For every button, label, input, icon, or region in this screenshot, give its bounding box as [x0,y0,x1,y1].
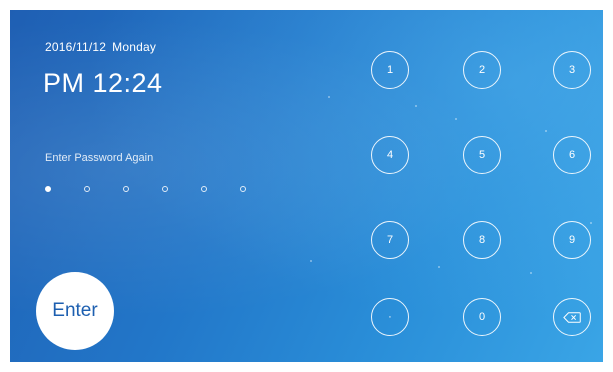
background-speck [438,266,440,268]
password-indicator [45,186,275,196]
key-1[interactable]: 1 [371,51,409,89]
background-speck [415,105,417,107]
background-speck [310,260,312,262]
background-speck [545,130,547,132]
enter-button[interactable]: Enter [36,272,114,350]
date-display: 2016/11/12 Monday [45,40,156,54]
weekday-text: Monday [112,40,157,54]
key-0[interactable]: 0 [463,298,501,336]
key-dot[interactable]: · [371,298,409,336]
key-2[interactable]: 2 [463,51,501,89]
password-dot-empty [84,186,90,192]
background-speck [590,222,592,224]
password-dot-empty [240,186,246,192]
date-text: 2016/11/12 [45,40,107,54]
password-dot-filled [45,186,51,192]
clock-time: PM 12:24 [43,68,163,98]
key-5[interactable]: 5 [463,136,501,174]
key-4[interactable]: 4 [371,136,409,174]
key-3[interactable]: 3 [553,51,591,89]
password-prompt: Enter Password Again [45,152,154,164]
password-dot-empty [123,186,129,192]
key-9[interactable]: 9 [553,221,591,259]
key-6[interactable]: 6 [553,136,591,174]
password-dot-empty [201,186,207,192]
background-speck [455,118,457,120]
background-speck [328,96,330,98]
key-7[interactable]: 7 [371,221,409,259]
backspace-icon [563,311,581,323]
password-dot-empty [162,186,168,192]
lock-screen: 2016/11/12 Monday PM 12:24 Enter Password… [10,10,603,362]
backspace-button[interactable] [553,298,591,336]
background-speck [530,272,532,274]
key-8[interactable]: 8 [463,221,501,259]
